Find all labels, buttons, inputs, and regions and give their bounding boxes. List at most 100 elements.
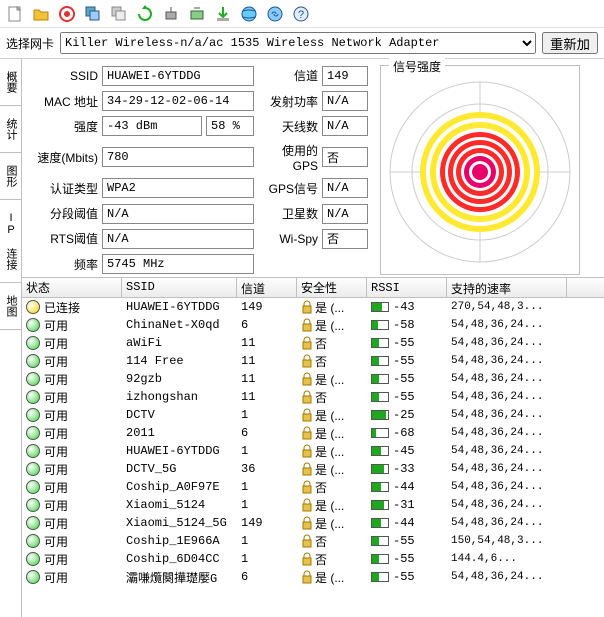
table-row[interactable]: 可用Xiaomi_5124_5G149是 (...-4454,48,36,24.… (22, 514, 604, 532)
table-row[interactable]: 可用izhongshan11否-5554,48,36,24... (22, 388, 604, 406)
signal-radar-box: 信号强度 (380, 65, 580, 275)
cell-channel: 1 (237, 498, 297, 512)
lock-icon (301, 480, 313, 494)
copy-blue-icon[interactable] (82, 3, 104, 25)
table-row[interactable]: 可用ChinaNet-X0qd6是 (...-5854,48,36,24... (22, 316, 604, 334)
cell-ssid: DCTV_5G (122, 462, 237, 476)
new-icon[interactable] (4, 3, 26, 25)
table-row[interactable]: 可用DCTV1是 (...-2554,48,36,24... (22, 406, 604, 424)
nic-selector-row: 选择网卡 Killer Wireless-n/a/ac 1535 Wireles… (0, 28, 604, 59)
table-row[interactable]: 已连接HUAWEI-6YTDDG149是 (...-43270,54,48,3.… (22, 298, 604, 316)
cell-rssi: -55 (393, 570, 415, 584)
globe-icon[interactable] (238, 3, 260, 25)
freq-label: 频率 (26, 256, 98, 273)
tab-stats[interactable]: 统计 (0, 106, 21, 153)
lock-icon (301, 300, 313, 314)
table-row[interactable]: 可用Coship_A0F97E1否-4454,48,36,24... (22, 478, 604, 496)
cell-ssid: HUAWEI-6YTDDG (122, 444, 237, 458)
status-text: 可用 (44, 533, 68, 550)
table-row[interactable]: 可用92gzb11是 (...-5554,48,36,24... (22, 370, 604, 388)
toolbar: ? (0, 0, 604, 28)
col-channel[interactable]: 信道 (237, 278, 297, 297)
cell-rate: 54,48,36,24... (447, 481, 567, 493)
cell-channel: 1 (237, 408, 297, 422)
wispy-field[interactable] (322, 229, 368, 249)
refresh-icon[interactable] (134, 3, 156, 25)
gps-signal-field[interactable] (322, 178, 368, 198)
detail-panel: SSID 信道 MAC 地址 发射功率 强度 天线数 速度(Mbits) 使用的… (22, 59, 604, 277)
lock-icon (301, 552, 313, 566)
cell-ssid: Coship_A0F97E (122, 480, 237, 494)
auth-field[interactable] (102, 178, 254, 198)
tab-ipconn[interactable]: IP 连接 (0, 200, 21, 283)
status-text: 可用 (44, 443, 68, 460)
ssid-field[interactable] (102, 66, 254, 86)
mac-label: MAC 地址 (26, 93, 98, 110)
table-row[interactable]: 可用灞嗛爦闋撶璴嬮G6是 (...-5554,48,36,24... (22, 568, 604, 586)
status-bullet-icon (26, 552, 40, 566)
rts-field[interactable] (102, 229, 254, 249)
speed-field[interactable] (102, 147, 254, 167)
txpower-field[interactable] (322, 91, 368, 111)
cell-rate: 54,48,36,24... (447, 499, 567, 511)
table-row[interactable]: 可用aWiFi11否-5554,48,36,24... (22, 334, 604, 352)
rts-label: RTS阈值 (26, 230, 98, 247)
freq-field[interactable] (102, 254, 254, 274)
reload-button[interactable]: 重新加 (542, 32, 598, 54)
link-icon[interactable] (264, 3, 286, 25)
table-row[interactable]: 可用HUAWEI-6YTDDG1是 (...-4554,48,36,24... (22, 442, 604, 460)
cell-rate: 144.4,6... (447, 553, 567, 565)
help-icon[interactable]: ? (290, 3, 312, 25)
strength-dbm-field[interactable] (102, 116, 202, 136)
antenna-field[interactable] (322, 116, 368, 136)
antenna-label: 天线数 (258, 118, 318, 135)
strength-pct-field[interactable] (206, 116, 254, 136)
cell-channel: 6 (237, 318, 297, 332)
status-bullet-icon (26, 516, 40, 530)
col-rate[interactable]: 支持的速率 (447, 278, 567, 297)
cell-security: 是 (... (315, 443, 344, 460)
table-row[interactable]: 可用Coship_6D04CC1否-55144.4,6... (22, 550, 604, 568)
cell-ssid: Xiaomi_5124 (122, 498, 237, 512)
target-icon[interactable] (56, 3, 78, 25)
table-row[interactable]: 可用DCTV_5G36是 (...-3354,48,36,24... (22, 460, 604, 478)
col-rssi[interactable]: RSSI (367, 278, 447, 297)
download-icon[interactable] (212, 3, 234, 25)
cell-security: 是 (... (315, 515, 344, 532)
chan-field[interactable] (322, 66, 368, 86)
lock-icon (301, 534, 313, 548)
copy-gray-icon[interactable] (108, 3, 130, 25)
rssi-bar-icon (371, 554, 389, 564)
cell-channel: 1 (237, 444, 297, 458)
rssi-bar-icon (371, 518, 389, 528)
rescan-icon[interactable] (186, 3, 208, 25)
cell-security: 否 (315, 479, 327, 496)
gps-used-field[interactable] (322, 147, 368, 167)
cell-ssid: 2011 (122, 426, 237, 440)
tab-summary[interactable]: 概要 (0, 59, 21, 106)
rssi-bar-icon (371, 320, 389, 330)
frag-field[interactable] (102, 204, 254, 224)
ap-icon[interactable] (160, 3, 182, 25)
open-icon[interactable] (30, 3, 52, 25)
table-row[interactable]: 可用114 Free11否-5554,48,36,24... (22, 352, 604, 370)
cell-rssi: -44 (393, 516, 415, 530)
table-row[interactable]: 可用Xiaomi_51241是 (...-3154,48,36,24... (22, 496, 604, 514)
col-security[interactable]: 安全性 (297, 278, 367, 297)
status-bullet-icon (26, 570, 40, 584)
col-status[interactable]: 状态 (22, 278, 122, 297)
tab-map[interactable]: 地图 (0, 283, 21, 330)
cell-channel: 1 (237, 552, 297, 566)
table-row[interactable]: 可用20116是 (...-6854,48,36,24... (22, 424, 604, 442)
sat-field[interactable] (322, 204, 368, 224)
tab-graph[interactable]: 图形 (0, 153, 21, 200)
lock-icon (301, 336, 313, 350)
lock-icon (301, 390, 313, 404)
cell-channel: 11 (237, 372, 297, 386)
cell-security: 是 (... (315, 569, 344, 586)
mac-field[interactable] (102, 91, 254, 111)
table-row[interactable]: 可用Coship_1E966A1否-55150,54,48,3... (22, 532, 604, 550)
col-ssid[interactable]: SSID (122, 278, 237, 297)
cell-channel: 11 (237, 336, 297, 350)
nic-select[interactable]: Killer Wireless-n/a/ac 1535 Wireless Net… (60, 32, 536, 54)
